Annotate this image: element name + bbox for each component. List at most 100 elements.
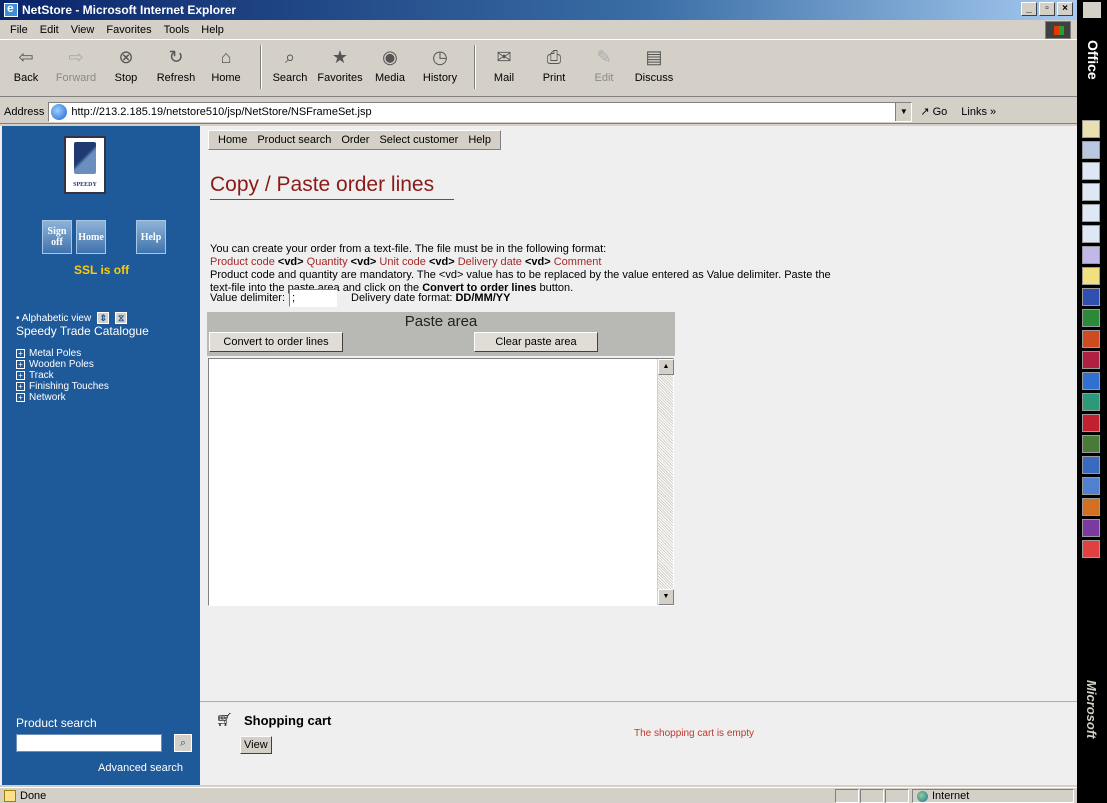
- format-delimiter: <vd>: [277, 256, 304, 268]
- search-button[interactable]: ⌕ Search: [268, 45, 312, 85]
- minimize-button[interactable]: _: [1021, 2, 1037, 16]
- office-app-icon[interactable]: [1082, 540, 1100, 558]
- excel-icon[interactable]: [1082, 309, 1100, 327]
- discuss-icon: ▤: [645, 46, 663, 67]
- nav-select-customer[interactable]: Select customer: [374, 134, 463, 146]
- forward-arrow-icon: ⇨: [68, 46, 84, 67]
- office-app-icon[interactable]: [1082, 519, 1100, 537]
- office-app-icon[interactable]: [1082, 120, 1100, 138]
- microsoft-logo: Microsoft: [1084, 680, 1099, 739]
- expand-plus-icon[interactable]: +: [16, 360, 25, 369]
- mail-button[interactable]: ✉ Mail: [482, 45, 526, 85]
- scroll-down-icon[interactable]: ▼: [658, 589, 674, 605]
- menu-tools[interactable]: Tools: [158, 24, 196, 36]
- vertical-scrollbar[interactable]: ▲ ▼: [657, 359, 674, 605]
- publisher-icon[interactable]: [1082, 393, 1100, 411]
- advanced-search-link[interactable]: Advanced search: [98, 762, 183, 774]
- convert-to-order-lines-button[interactable]: Convert to order lines: [209, 332, 343, 352]
- delimiter-input[interactable]: [289, 289, 337, 307]
- expand-all-icon[interactable]: ⇕: [97, 312, 110, 324]
- page-title: Copy / Paste order lines: [210, 173, 454, 200]
- scroll-up-icon[interactable]: ▲: [658, 359, 674, 375]
- menu-file[interactable]: File: [4, 24, 34, 36]
- history-button[interactable]: ◷ History: [418, 45, 462, 85]
- print-button[interactable]: ⎙ Print: [532, 45, 576, 85]
- expand-plus-icon[interactable]: +: [16, 349, 25, 358]
- format-product-code: Product code: [210, 256, 275, 268]
- address-dropdown-icon[interactable]: ▼: [895, 102, 912, 121]
- close-button[interactable]: ×: [1057, 2, 1073, 16]
- sign-off-button[interactable]: Sign off: [42, 220, 72, 254]
- office-app-icon[interactable]: [1082, 204, 1100, 222]
- status-pane: [885, 789, 909, 803]
- history-icon: ◷: [432, 46, 448, 67]
- format-quantity: Quantity: [306, 256, 348, 268]
- office-app-icon[interactable]: [1082, 435, 1100, 453]
- collapse-all-icon[interactable]: ⧖: [115, 312, 128, 324]
- alphabetic-view-link[interactable]: • Alphabetic view: [16, 313, 91, 324]
- expand-plus-icon[interactable]: +: [16, 382, 25, 391]
- alphabetic-view-row: • Alphabetic view ⇕ ⧖: [16, 312, 128, 324]
- office-app-icon[interactable]: [1082, 141, 1100, 159]
- clear-paste-area-button[interactable]: Clear paste area: [474, 332, 598, 352]
- office-app-icon[interactable]: [1082, 414, 1100, 432]
- expand-plus-icon[interactable]: +: [16, 393, 25, 402]
- nav-order[interactable]: Order: [336, 134, 374, 146]
- discuss-button[interactable]: ▤ Discuss: [632, 45, 676, 85]
- address-input[interactable]: http://213.2.185.19/netstore510/jsp/NetS…: [48, 101, 913, 122]
- back-arrow-icon: ⇦: [18, 46, 34, 67]
- back-button[interactable]: ⇦ Back: [4, 45, 48, 85]
- sidebar-help-button[interactable]: Help: [136, 220, 166, 254]
- tree-item[interactable]: + Metal Poles: [16, 348, 109, 359]
- links-button[interactable]: Links »: [961, 106, 996, 118]
- menu-favorites[interactable]: Favorites: [100, 24, 157, 36]
- tree-item[interactable]: + Wooden Poles: [16, 359, 109, 370]
- home-button[interactable]: ⌂ Home: [204, 45, 248, 85]
- window-title: NetStore - Microsoft Internet Explorer: [22, 3, 237, 17]
- nav-home[interactable]: Home: [213, 134, 252, 146]
- internet-explorer-icon: [4, 1, 18, 17]
- forward-button[interactable]: ⇨ Forward: [54, 45, 98, 85]
- page-icon: [51, 103, 68, 120]
- sidebar-home-button[interactable]: Home: [76, 220, 106, 254]
- speedy-logo[interactable]: SPEEDY: [64, 136, 106, 194]
- tree-item[interactable]: + Network: [16, 392, 109, 403]
- favorites-button[interactable]: ★ Favorites: [317, 45, 362, 85]
- paste-textarea[interactable]: [209, 359, 657, 605]
- office-app-icon[interactable]: [1082, 267, 1100, 285]
- office-app-icon[interactable]: [1082, 162, 1100, 180]
- nav-product-search[interactable]: Product search: [252, 134, 336, 146]
- outlook-icon[interactable]: [1082, 372, 1100, 390]
- office-app-icon[interactable]: [1082, 246, 1100, 264]
- format-unit-code: Unit code: [379, 256, 426, 268]
- office-app-icon[interactable]: [1082, 498, 1100, 516]
- address-label: Address: [4, 105, 45, 118]
- product-search-input[interactable]: [16, 734, 162, 752]
- office-app-icon[interactable]: [1082, 183, 1100, 201]
- expand-plus-icon[interactable]: +: [16, 371, 25, 380]
- office-menu-icon[interactable]: [1083, 2, 1101, 18]
- office-app-icon[interactable]: [1082, 456, 1100, 474]
- menu-help[interactable]: Help: [195, 24, 230, 36]
- go-button[interactable]: ↗ Go: [920, 105, 947, 119]
- access-icon[interactable]: [1082, 351, 1100, 369]
- search-submit-icon[interactable]: ⌕: [174, 734, 192, 752]
- status-pane: [860, 789, 884, 803]
- refresh-button[interactable]: ↻ Refresh: [154, 45, 198, 85]
- maximize-button[interactable]: ▫: [1039, 2, 1055, 16]
- view-cart-button[interactable]: View: [240, 736, 272, 754]
- powerpoint-icon[interactable]: [1082, 330, 1100, 348]
- office-app-icon[interactable]: [1082, 225, 1100, 243]
- office-app-icon[interactable]: [1082, 477, 1100, 495]
- tree-item[interactable]: + Track: [16, 370, 109, 381]
- edit-button[interactable]: ✎ Edit: [582, 45, 626, 85]
- date-format-label: Delivery date format:: [351, 292, 453, 304]
- stop-button[interactable]: ⊗ Stop: [104, 45, 148, 85]
- format-delimiter: <vd>: [428, 256, 455, 268]
- tree-item[interactable]: + Finishing Touches: [16, 381, 109, 392]
- nav-help[interactable]: Help: [463, 134, 496, 146]
- menu-edit[interactable]: Edit: [34, 24, 65, 36]
- word-icon[interactable]: [1082, 288, 1100, 306]
- media-button[interactable]: ◉ Media: [368, 45, 412, 85]
- menu-view[interactable]: View: [65, 24, 101, 36]
